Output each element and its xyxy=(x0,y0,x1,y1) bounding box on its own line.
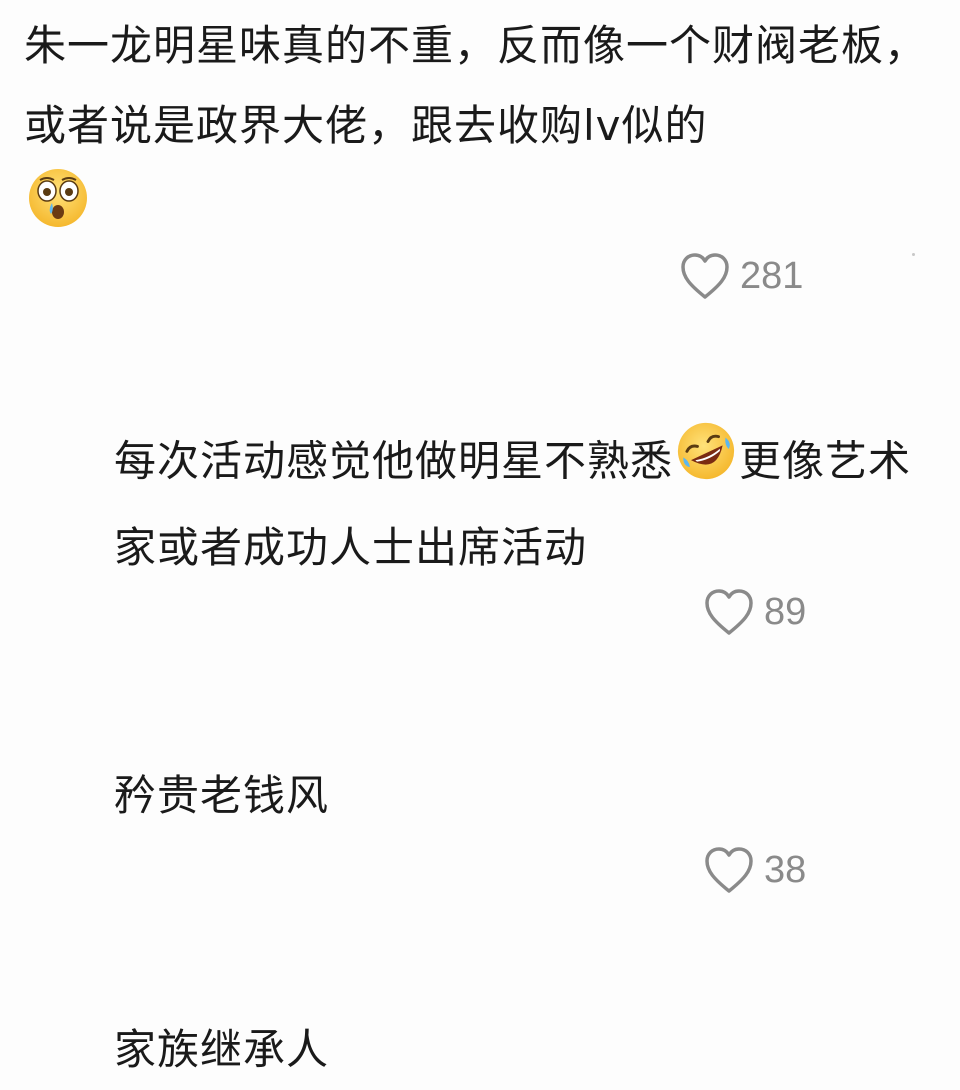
heart-outline-icon xyxy=(681,253,729,299)
reply-item: 家族继承人 xyxy=(114,1010,924,1090)
reply-text: 矜贵老钱风 xyxy=(114,771,330,820)
like-button[interactable]: 281 xyxy=(678,250,803,302)
reply-item: 矜贵老钱风 xyxy=(114,756,924,836)
reply-text: 每次活动感觉他做明星不熟悉 更像艺术家或者成功人士出席活动 xyxy=(114,420,924,588)
heart-outline-icon xyxy=(705,589,753,635)
comment-body: 朱一龙明星味真的不重，反而像一个财阀老板，或者说是政界大佬，跟去收购lv似的 xyxy=(24,21,928,150)
comment-text: 朱一龙明星味真的不重，反而像一个财阀老板，或者说是政界大佬，跟去收购lv似的 xyxy=(24,6,944,256)
like-count: 281 xyxy=(740,254,804,297)
rolling-laughing-face-icon xyxy=(675,420,737,508)
reply-item: 每次活动感觉他做明星不熟悉 更像艺术家或者成功人士出席活动 xyxy=(114,420,924,588)
like-count: 89 xyxy=(764,590,807,633)
like-button[interactable]: 89 xyxy=(702,586,806,638)
reply-body-start: 每次活动感觉他做明星不熟悉 xyxy=(114,436,674,486)
like-count: 38 xyxy=(764,848,807,891)
heart-outline-icon xyxy=(705,847,753,893)
flushed-tearful-face-icon xyxy=(26,166,90,256)
comment-item: 朱一龙明星味真的不重，反而像一个财阀老板，或者说是政界大佬，跟去收购lv似的 xyxy=(24,6,944,256)
like-button[interactable]: 38 xyxy=(702,844,806,896)
reply-text: 家族继承人 xyxy=(114,1025,330,1074)
